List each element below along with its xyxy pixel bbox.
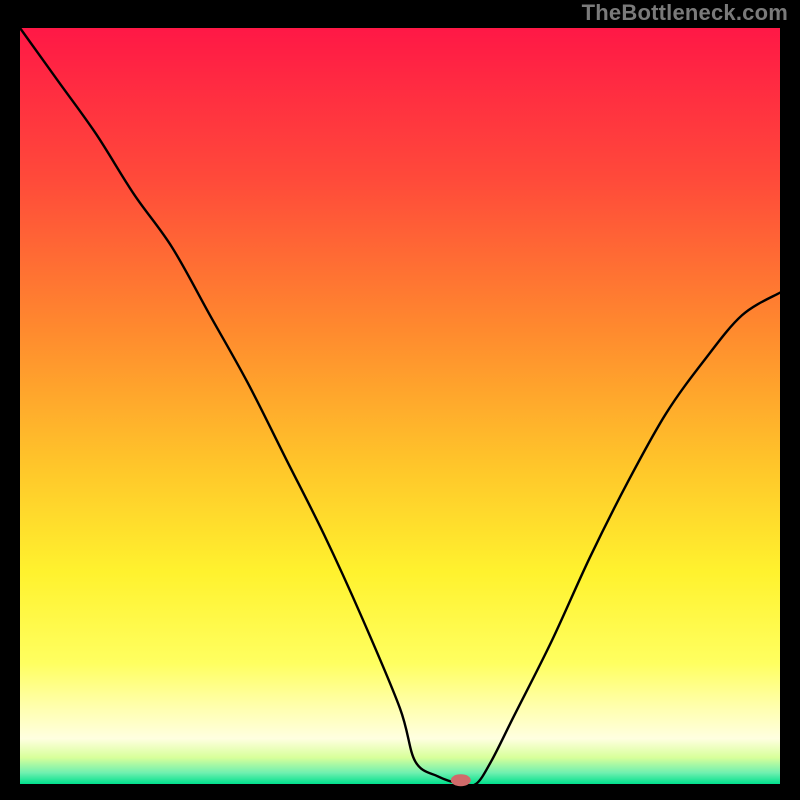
bottleneck-chart [0,0,800,800]
optimal-marker [451,774,471,786]
axis-right [780,0,800,800]
plot-background [20,28,780,784]
chart-container: TheBottleneck.com [0,0,800,800]
axis-left [0,0,20,800]
axis-bottom [0,784,800,800]
watermark-text: TheBottleneck.com [582,0,788,26]
